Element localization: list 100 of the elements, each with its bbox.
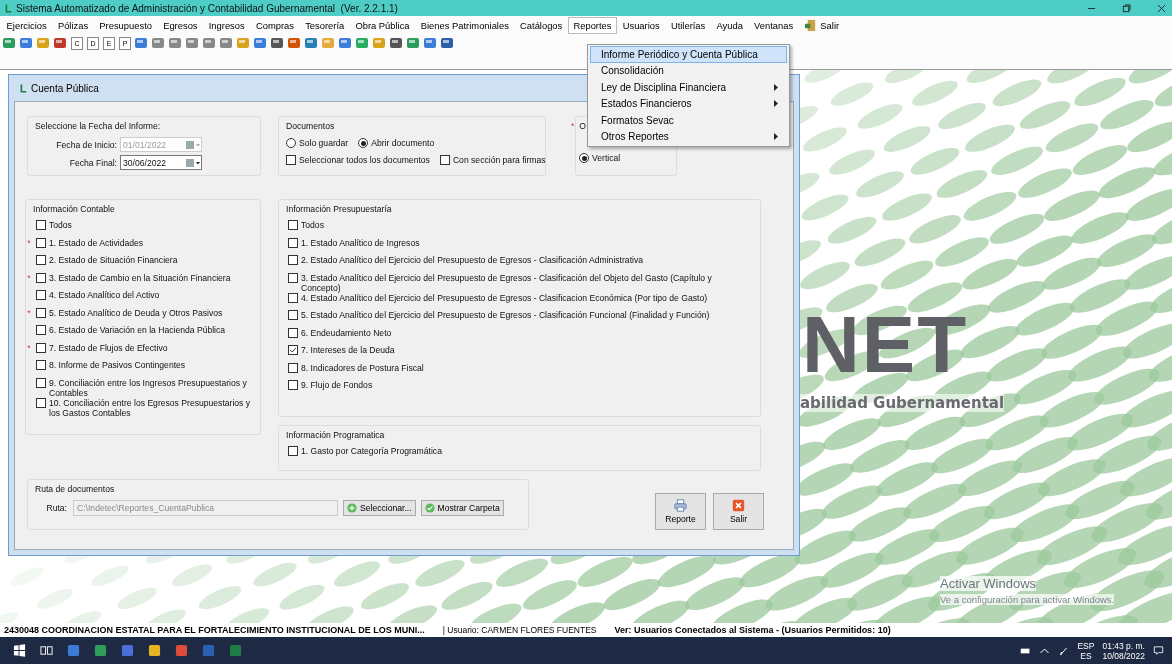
checkbox[interactable] [36, 325, 46, 335]
toolbar-icon[interactable] [253, 36, 267, 50]
app-icon[interactable] [148, 644, 161, 657]
dropdown-item[interactable]: Estados Financieros [590, 95, 787, 112]
menu-item[interactable]: Obra Pública [349, 16, 416, 34]
exit-menu-item[interactable]: Salir [798, 15, 845, 35]
checkbox[interactable] [288, 327, 298, 338]
dropdown-item[interactable]: Informe Periódico y Cuenta Pública [590, 46, 787, 63]
connected-users-link[interactable]: Ver: Usuarios Conectados al Sistema - (Usuarios Permitidos: 10) [614, 625, 891, 635]
toolbar-icon[interactable] [219, 36, 233, 50]
menu-item[interactable]: Reportes [567, 16, 618, 34]
checkbox-label: 2. Estado de Situación Financiera [49, 255, 179, 265]
checkbox[interactable] [36, 342, 46, 353]
toolbar-icon[interactable] [53, 36, 67, 50]
checkbox[interactable] [288, 345, 298, 355]
toolbar-icon[interactable] [185, 36, 199, 50]
checkbox[interactable] [288, 310, 298, 320]
app-icon[interactable] [121, 644, 134, 657]
app-logo-icon [4, 2, 12, 14]
checkbox-label: 9. Flujo de Fondos [301, 380, 373, 390]
checkbox[interactable] [36, 290, 46, 300]
checkbox[interactable] [36, 272, 46, 283]
menu-item[interactable]: Egresos [157, 16, 204, 34]
checkbox[interactable] [36, 220, 46, 230]
date-field[interactable]: 30/06/2022 [120, 155, 202, 170]
report-button[interactable]: Reporte [655, 493, 706, 530]
menu-item[interactable]: Usuarios [617, 16, 666, 34]
toolbar-icon[interactable] [287, 36, 301, 50]
keyboard-layout-text[interactable]: ES [1080, 650, 1092, 661]
toolbar-icon[interactable] [389, 36, 403, 50]
app-icon[interactable] [67, 644, 80, 657]
checkbox[interactable] [288, 272, 298, 283]
checkbox[interactable] [36, 360, 46, 370]
radio-button[interactable] [286, 138, 296, 148]
toolbar-icon[interactable] [440, 36, 454, 50]
radio-button[interactable] [358, 138, 369, 148]
checkbox[interactable] [36, 255, 46, 265]
checkbox-label: 2. Estado Analítico del Ejercicio del Presupuesto de Egresos - Clasificación Administrativa [301, 255, 643, 265]
menu-item[interactable]: Ventanas [748, 16, 799, 34]
notification-icon[interactable] [1153, 645, 1164, 656]
toolbar-icon[interactable] [338, 36, 352, 50]
checkbox[interactable] [286, 155, 296, 165]
checkbox[interactable] [36, 397, 46, 408]
checkbox[interactable] [288, 237, 298, 248]
menu-item[interactable]: Catálogos [514, 16, 568, 34]
checkbox[interactable] [288, 362, 298, 373]
app-icon[interactable] [94, 644, 107, 657]
radio-button[interactable] [579, 153, 589, 163]
menu-item[interactable]: Ejercicios [1, 16, 53, 34]
menu-item[interactable]: Bienes Patrimoniales [415, 16, 515, 34]
dropdown-item[interactable]: Ley de Disciplina Financiera [590, 79, 787, 96]
checkbox[interactable] [288, 292, 298, 303]
toolbar-icon[interactable] [304, 36, 318, 50]
toolbar-icon[interactable] [2, 36, 16, 50]
logo-text: NET [802, 305, 968, 385]
toolbar-icon[interactable] [168, 36, 182, 50]
checkbox[interactable] [288, 446, 298, 456]
menu-item[interactable]: Pólizas [52, 16, 94, 34]
windows-start-icon[interactable] [13, 644, 26, 657]
required-mark: * [27, 307, 31, 318]
toolbar-icon[interactable] [151, 36, 165, 50]
menu-item[interactable]: Compras [250, 16, 300, 34]
toolbar-icon[interactable] [270, 36, 284, 50]
checkbox[interactable] [288, 255, 298, 265]
menu-item[interactable]: Tesorería [299, 16, 350, 34]
toolbar-icon[interactable] [19, 36, 33, 50]
toolbar-icon[interactable] [134, 36, 148, 50]
toolbar-icon[interactable] [202, 36, 216, 50]
dropdown-item[interactable]: Otros Reportes [590, 128, 787, 145]
menu-item[interactable]: Presupuesto [93, 16, 158, 34]
app-icon[interactable] [175, 644, 188, 657]
dropdown-item[interactable]: Consolidación [590, 62, 787, 79]
checkbox[interactable] [36, 377, 46, 388]
activation-text: Ve a configuración para activar Windows. [940, 594, 1115, 605]
exit-button[interactable]: Salir [713, 493, 764, 530]
clock-date[interactable]: 10/08/2022 [1102, 650, 1145, 661]
checkbox[interactable] [288, 380, 298, 390]
language-text[interactable]: ESP [1077, 640, 1095, 651]
checkbox-label: 1. Estado Analítico de Ingresos [301, 237, 420, 248]
close-icon[interactable] [1157, 3, 1166, 13]
dropdown-item[interactable]: Formatos Sevac [590, 112, 787, 129]
checkbox-label: 5. Estado Analítico del Ejercicio del Presupuesto de Egresos - Clasificación Funcional (Finalidad y Función) [301, 310, 710, 320]
menu-item[interactable]: Ingresos [203, 16, 251, 34]
field-label: Ruta: [45, 503, 67, 513]
show-folder-button[interactable]: Mostrar Carpeta [420, 500, 504, 516]
checkbox[interactable] [36, 237, 46, 248]
checkbox[interactable] [36, 307, 46, 318]
task-view-icon[interactable] [40, 644, 53, 657]
organization-text: 2430048 COORDINACION ESTATAL PARA EL FORTALECIMIENTO INSTITUCIONAL DE LOS MUNI... [4, 625, 425, 635]
toolbar-icon[interactable] [423, 36, 437, 50]
required-mark: * [27, 237, 31, 248]
clock-time[interactable]: 01:43 p. m. [1102, 640, 1145, 651]
pen-icon[interactable] [1058, 645, 1070, 656]
menu-item[interactable]: Ayuda [710, 16, 749, 34]
restore-icon[interactable] [1122, 3, 1131, 13]
menu-item[interactable]: Utilerías [665, 16, 711, 34]
checkbox[interactable] [439, 155, 450, 165]
select-button[interactable]: Seleccionar... [343, 500, 416, 516]
checkbox[interactable] [288, 220, 298, 230]
toolbar-icon[interactable] [406, 36, 420, 50]
